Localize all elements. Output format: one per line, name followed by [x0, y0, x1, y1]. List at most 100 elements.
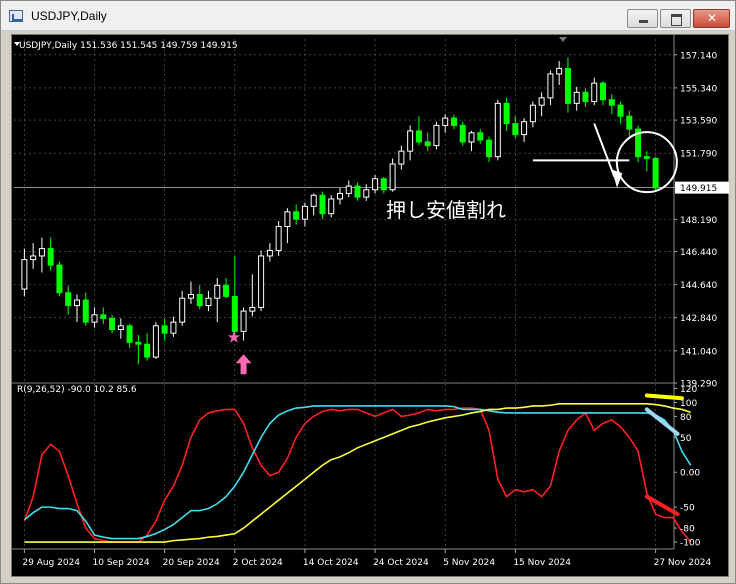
candle-body: [231, 295, 238, 332]
candle: [284, 208, 291, 244]
maximize-button[interactable]: [660, 9, 691, 28]
candle: [345, 180, 352, 198]
date-tick-label: 14 Oct 2024: [303, 558, 359, 568]
current-price-label: 149.915: [680, 184, 717, 194]
shift-marker-icon: [559, 37, 567, 42]
candle: [319, 191, 326, 220]
candle: [512, 116, 519, 139]
candle-body: [319, 194, 326, 215]
date-tick-label: 20 Sep 2024: [163, 558, 220, 568]
candle: [494, 99, 501, 161]
candle: [477, 129, 484, 144]
date-tick-label: 29 Aug 2024: [22, 558, 80, 568]
candle: [240, 307, 247, 341]
candle-body: [600, 82, 607, 101]
candle: [398, 145, 405, 170]
title-bar[interactable]: USDJPY,Daily: [1, 1, 735, 31]
candle-body: [503, 102, 510, 125]
candle-body: [363, 189, 370, 198]
candle: [635, 125, 642, 163]
candle-body: [65, 292, 72, 307]
candle: [442, 114, 449, 133]
candle: [380, 176, 387, 194]
candle-body: [187, 294, 194, 299]
candle: [275, 221, 282, 256]
candle-body: [626, 115, 633, 130]
candle-body: [214, 284, 221, 299]
grid-layer: [12, 35, 675, 550]
candle-body: [652, 158, 659, 189]
osc-tick-label: -100: [680, 539, 701, 549]
candle: [459, 121, 466, 146]
candle-body: [56, 264, 63, 294]
candle: [521, 118, 528, 142]
candle: [30, 243, 37, 269]
candle: [573, 86, 580, 111]
candle-body: [275, 226, 282, 251]
candle: [82, 292, 89, 326]
candle: [293, 204, 300, 225]
date-tick-label: 24 Oct 2024: [373, 558, 429, 568]
candle-body: [573, 91, 580, 104]
price-tick-label: 146.440: [680, 248, 717, 258]
candle: [538, 92, 545, 117]
candle-body: [170, 321, 177, 334]
candle-body: [284, 211, 291, 228]
candle-body: [109, 317, 116, 330]
candle-body: [643, 156, 650, 160]
candle-body: [179, 297, 186, 323]
candle: [363, 184, 370, 201]
candle: [354, 182, 361, 201]
minimize-button[interactable]: [627, 9, 658, 28]
candle-body: [205, 297, 212, 307]
candle: [582, 88, 589, 108]
candle-body: [293, 211, 300, 220]
candle: [179, 290, 186, 326]
candle: [21, 248, 28, 297]
price-tick-label: 144.640: [680, 281, 717, 291]
candle-body: [310, 194, 317, 207]
candle-body: [126, 325, 133, 343]
candle: [170, 316, 177, 337]
candle: [337, 187, 343, 205]
candle: [301, 202, 308, 227]
candle: [196, 285, 203, 310]
candle-body: [82, 299, 89, 323]
candle-body: [564, 67, 571, 104]
date-tick-label: 27 Nov 2024: [654, 558, 712, 568]
candle-body: [47, 248, 54, 266]
chart-area[interactable]: 157.140 155.340 153.590 151.790 149.915 148.1…: [11, 34, 729, 577]
candle-body: [196, 294, 203, 307]
close-button[interactable]: [693, 9, 730, 28]
candle: [223, 278, 230, 299]
osc-tick-label: -50: [680, 504, 695, 514]
candle: [415, 116, 422, 146]
candle: [626, 110, 633, 137]
osc-tick-label: 100: [680, 399, 697, 409]
candle: [258, 250, 265, 312]
candle: [503, 97, 510, 131]
indicator-info-label: R(9,26,52) -90.0 10.2 85.6: [17, 385, 137, 395]
candle: [643, 151, 650, 172]
price-tick-label: 153.590: [680, 117, 717, 127]
candle-body: [337, 192, 343, 200]
candle-body: [582, 91, 589, 103]
candle: [424, 132, 431, 152]
symbol-info-label: USDJPY,Daily 151.536 151.545 149.759 149…: [19, 41, 238, 51]
candle: [468, 130, 475, 152]
chart-app-icon: [9, 10, 23, 22]
chart-window: USDJPY,Daily 157.140 155.340 153.590 151.79…: [0, 0, 736, 584]
candle-body: [301, 205, 308, 220]
annotation-layer: ★: [14, 37, 684, 517]
window-title: USDJPY,Daily: [31, 9, 107, 23]
price-tick-label: 155.340: [680, 84, 717, 94]
axis-layer: 157.140 155.340 153.590 151.790 149.915 148.1…: [22, 51, 729, 568]
candle: [152, 322, 159, 359]
candle-body: [450, 117, 457, 126]
date-tick-label: 5 Nov 2024: [443, 558, 495, 568]
candle-body: [591, 82, 598, 103]
candle: [600, 81, 607, 106]
candle-body: [608, 99, 615, 106]
candle-body: [512, 123, 519, 136]
price-chart-svg[interactable]: 157.140 155.340 153.590 151.790 149.915 148.1…: [12, 35, 730, 578]
